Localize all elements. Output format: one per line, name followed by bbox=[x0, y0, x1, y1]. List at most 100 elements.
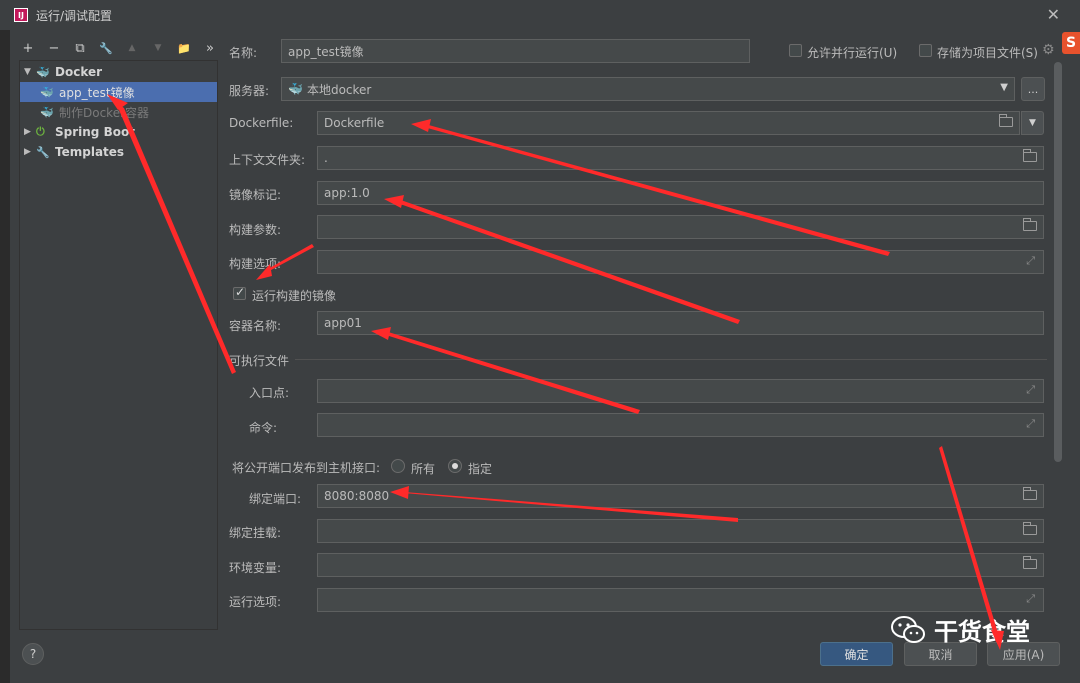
bind-ports-input[interactable]: 8080:8080 bbox=[317, 484, 1044, 508]
tree-toolbar: + − ⧉ 🔧 ▲ ▼ 📁 » bbox=[20, 38, 220, 58]
radio-specified[interactable] bbox=[448, 459, 462, 473]
tree-node-make-container[interactable]: 🐳 制作Docker容器 bbox=[40, 102, 150, 122]
arrow-down-icon[interactable]: ▼ bbox=[150, 43, 166, 53]
wrench-icon[interactable]: 🔧 bbox=[98, 42, 114, 55]
chevron-right-icon[interactable]: ▶ bbox=[24, 127, 36, 137]
bind-mounts-input[interactable] bbox=[317, 519, 1044, 543]
bind-mounts-label: 绑定挂载: bbox=[229, 526, 282, 540]
store-as-project-label: 存储为项目文件(S) bbox=[937, 46, 1038, 60]
build-options-input[interactable]: ⤢ bbox=[317, 250, 1044, 274]
tree-node-templates[interactable]: ▶ 🔧 Templates bbox=[24, 142, 124, 162]
ok-button[interactable]: 确定 bbox=[820, 642, 893, 666]
run-built-image-checkbox[interactable] bbox=[233, 285, 246, 300]
folder-icon[interactable] bbox=[1023, 487, 1037, 501]
tree-node-label: Templates bbox=[55, 145, 125, 159]
publish-ports-label: 将公开端口发布到主机接口: bbox=[232, 461, 381, 475]
minus-icon[interactable]: − bbox=[46, 41, 62, 56]
more-icon[interactable]: » bbox=[202, 41, 218, 56]
image-tag-label: 镜像标记: bbox=[229, 188, 282, 202]
dockerfile-input[interactable]: Dockerfile bbox=[317, 111, 1020, 135]
radio-all[interactable] bbox=[391, 459, 405, 473]
context-folder-label: 上下文文件夹: bbox=[229, 153, 306, 167]
folder-icon[interactable] bbox=[1023, 149, 1037, 163]
radio-all-label: 所有 bbox=[411, 462, 436, 476]
form-scrollbar[interactable] bbox=[1054, 62, 1062, 462]
expand-icon[interactable]: ⤢ bbox=[1026, 383, 1035, 397]
expand-icon[interactable]: ⤢ bbox=[1026, 592, 1035, 606]
background-window-strip bbox=[0, 0, 10, 683]
window-title: 运行/调试配置 bbox=[36, 8, 113, 23]
docker-icon: 🐳 bbox=[40, 85, 54, 99]
tree-node-label: Docker bbox=[55, 65, 103, 79]
container-name-input[interactable]: app01 bbox=[317, 311, 1044, 335]
tree-node-app-test[interactable]: 🐳 app_test镜像 bbox=[20, 82, 217, 102]
sogou-ime-icon: S bbox=[1062, 32, 1080, 54]
tree-node-label: Spring Boot bbox=[55, 125, 135, 139]
bind-ports-value: 8080:8080 bbox=[324, 489, 390, 503]
server-value: 本地docker bbox=[306, 82, 372, 97]
entrypoint-label: 入口点: bbox=[249, 386, 290, 400]
run-built-image-label: 运行构建的镜像 bbox=[252, 289, 337, 303]
chevron-down-icon: ▼ bbox=[1000, 82, 1008, 93]
bind-ports-label: 绑定端口: bbox=[249, 492, 302, 506]
env-vars-input[interactable] bbox=[317, 553, 1044, 577]
server-more-button[interactable]: ... bbox=[1021, 77, 1045, 101]
folder-icon[interactable] bbox=[1023, 522, 1037, 536]
entrypoint-input[interactable]: ⤢ bbox=[317, 379, 1044, 403]
run-options-input[interactable]: ⤢ bbox=[317, 588, 1044, 612]
allow-parallel-label: 允许并行运行(U) bbox=[807, 46, 898, 60]
chevron-right-icon[interactable]: ▶ bbox=[24, 147, 36, 157]
plus-icon[interactable]: + bbox=[20, 41, 36, 56]
server-label: 服务器: bbox=[229, 84, 270, 98]
context-folder-input[interactable]: . bbox=[317, 146, 1044, 170]
docker-icon: 🐳 bbox=[40, 105, 54, 119]
folder-icon[interactable] bbox=[1023, 556, 1037, 570]
arrow-up-icon[interactable]: ▲ bbox=[124, 43, 140, 53]
build-args-label: 构建参数: bbox=[229, 223, 282, 237]
command-label: 命令: bbox=[249, 421, 278, 435]
image-tag-input[interactable]: app:1.0 bbox=[317, 181, 1044, 205]
radio-specified-label: 指定 bbox=[468, 462, 493, 476]
docker-icon: 🐳 bbox=[36, 65, 50, 79]
name-input[interactable]: app_test镜像 bbox=[281, 39, 750, 63]
env-vars-label: 环境变量: bbox=[229, 561, 282, 575]
dockerfile-value: Dockerfile bbox=[324, 116, 385, 130]
name-label: 名称: bbox=[229, 46, 258, 60]
close-icon[interactable]: ✕ bbox=[1047, 5, 1060, 24]
server-select[interactable]: 🐳 本地docker ▼ bbox=[281, 77, 1015, 101]
command-input[interactable]: ⤢ bbox=[317, 413, 1044, 437]
folder-icon[interactable] bbox=[1023, 218, 1037, 232]
folder-icon[interactable] bbox=[999, 114, 1013, 128]
spring-boot-icon: ⏻ bbox=[36, 125, 45, 138]
expand-icon[interactable]: ⤢ bbox=[1026, 254, 1035, 268]
intellij-app-icon: IJ bbox=[14, 8, 28, 22]
docker-icon: 🐳 bbox=[288, 82, 303, 96]
chevron-down-icon[interactable]: ▼ bbox=[24, 67, 36, 77]
copy-icon[interactable]: ⧉ bbox=[72, 41, 88, 56]
tree-node-spring-boot[interactable]: ▶ ⏻ Spring Boot bbox=[24, 122, 135, 142]
section-divider bbox=[295, 359, 1047, 360]
context-folder-value: . bbox=[324, 151, 328, 165]
executable-section-title: 可执行文件 bbox=[229, 354, 290, 368]
chevron-down-icon: ▼ bbox=[1029, 118, 1036, 128]
dockerfile-dropdown-button[interactable]: ▼ bbox=[1021, 111, 1044, 135]
tree-node-docker[interactable]: ▼ 🐳 Docker bbox=[24, 62, 102, 82]
run-options-label: 运行选项: bbox=[229, 595, 282, 609]
build-args-input[interactable] bbox=[317, 215, 1044, 239]
build-options-label: 构建选项: bbox=[229, 257, 282, 271]
config-tree: ▼ 🐳 Docker 🐳 app_test镜像 🐳 制作Docker容器 ▶ ⏻… bbox=[19, 60, 218, 630]
expand-icon[interactable]: ⤢ bbox=[1026, 417, 1035, 431]
store-as-project-checkbox[interactable] bbox=[919, 44, 932, 57]
gear-icon[interactable]: ⚙ bbox=[1042, 42, 1055, 58]
folder-add-icon[interactable]: 📁 bbox=[176, 42, 192, 55]
help-button[interactable]: ? bbox=[22, 643, 44, 665]
tree-node-label: app_test镜像 bbox=[59, 85, 135, 100]
allow-parallel-checkbox[interactable] bbox=[789, 44, 802, 57]
wechat-watermark: 干货食堂 bbox=[890, 612, 1030, 647]
container-name-label: 容器名称: bbox=[229, 319, 282, 333]
dockerfile-label: Dockerfile: bbox=[229, 116, 294, 130]
watermark-text: 干货食堂 bbox=[934, 618, 1030, 646]
wrench-icon: 🔧 bbox=[36, 145, 50, 159]
tree-node-label: 制作Docker容器 bbox=[59, 105, 150, 120]
wechat-icon bbox=[891, 615, 925, 643]
